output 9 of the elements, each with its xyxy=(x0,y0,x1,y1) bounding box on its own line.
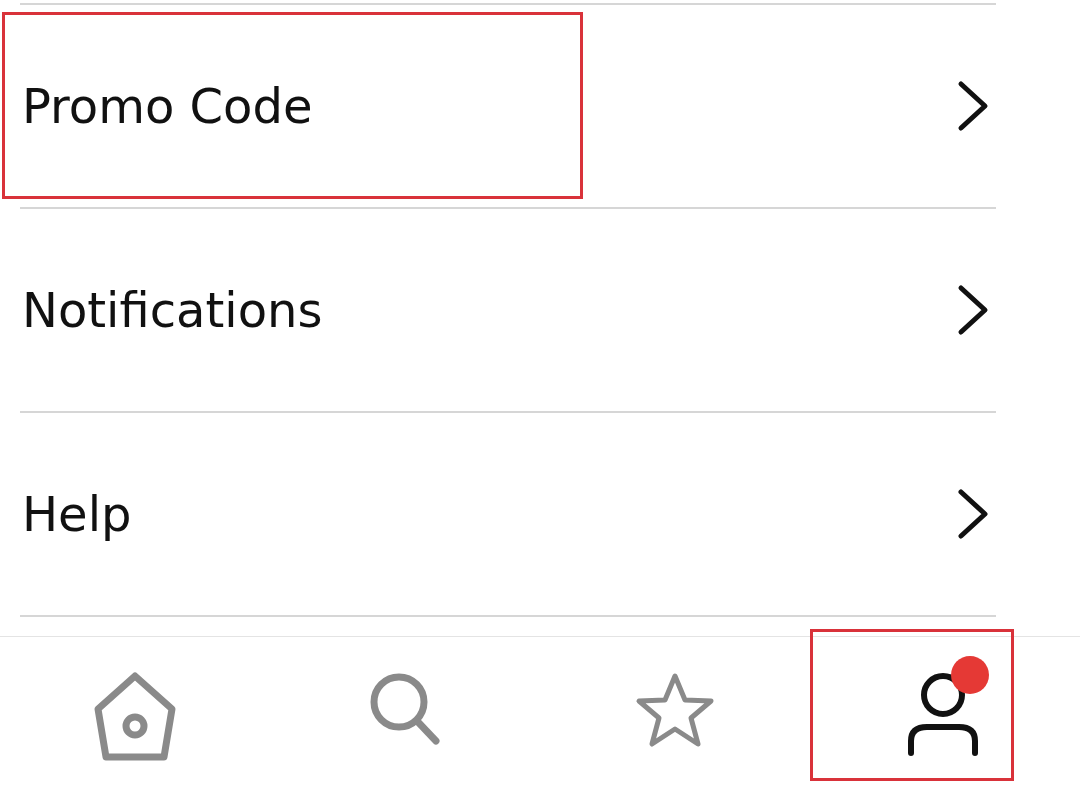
menu-item[interactable]: Help xyxy=(20,411,996,617)
menu-item[interactable]: Promo Code xyxy=(20,3,996,207)
chevron-right-icon xyxy=(956,80,990,132)
menu-item[interactable]: Notifications xyxy=(20,207,996,411)
chevron-right-icon xyxy=(956,284,990,336)
menu-item-label: Notifications xyxy=(22,282,323,338)
menu-item-label: Help xyxy=(22,486,132,542)
chevron-right-icon xyxy=(956,488,990,540)
menu-item-label: Promo Code xyxy=(22,78,313,134)
